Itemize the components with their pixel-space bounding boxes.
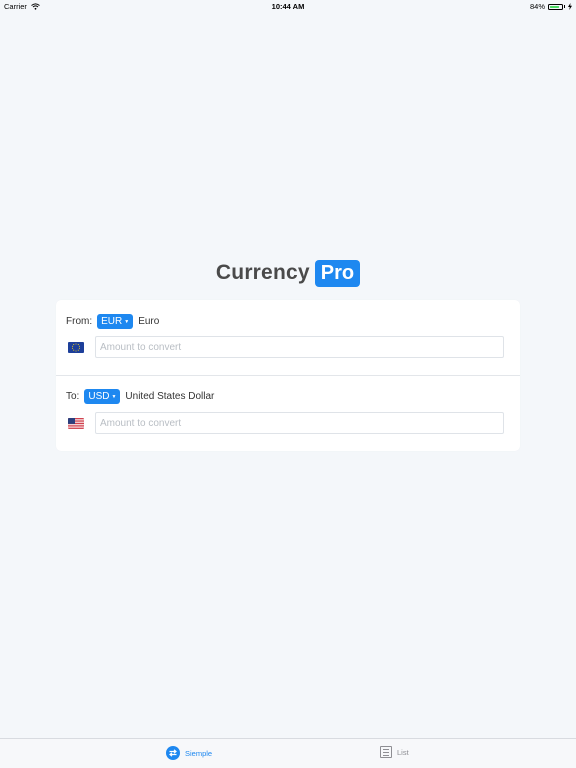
- to-amount-input[interactable]: [95, 412, 504, 434]
- us-flag-icon: [68, 417, 84, 429]
- battery-percent: 84%: [529, 2, 545, 11]
- tab-list[interactable]: List: [380, 746, 409, 758]
- app-title-text: Currency: [215, 261, 310, 284]
- battery-icon: [548, 3, 563, 10]
- from-amount-input[interactable]: [95, 336, 504, 358]
- from-currency-row: From: EUR ▼ Euro: [66, 314, 159, 329]
- swap-arrows-icon: [166, 746, 180, 760]
- from-label: From:: [66, 316, 93, 327]
- clock: 10:44 AM: [271, 2, 305, 11]
- chevron-down-icon: ▼: [111, 393, 117, 400]
- to-amount-row: [68, 412, 504, 434]
- from-currency-name: Euro: [138, 316, 160, 327]
- from-section: From: EUR ▼ Euro: [56, 300, 520, 376]
- tab-bar: Siemple List: [0, 738, 576, 768]
- from-currency-code: EUR: [101, 316, 123, 327]
- battery-level: [550, 5, 560, 8]
- list-icon: [380, 746, 392, 758]
- to-currency-select[interactable]: USD ▼: [84, 389, 121, 404]
- charging-bolt-icon: [568, 3, 572, 10]
- to-currency-row: To: USD ▼ United States Dollar: [66, 389, 214, 404]
- status-right: 84%: [530, 2, 572, 11]
- tab-siemple[interactable]: Siemple: [166, 746, 212, 760]
- tab-siemple-label: Siemple: [185, 748, 213, 758]
- to-currency-code: USD: [88, 391, 110, 402]
- to-section: To: USD ▼ United States Dollar: [56, 376, 520, 451]
- app-title: Currency Pro: [0, 256, 576, 290]
- eu-flag-icon: [68, 341, 84, 353]
- converter-card: From: EUR ▼ Euro To: USD: [56, 300, 520, 451]
- tab-list-label: List: [397, 747, 409, 757]
- from-currency-select[interactable]: EUR ▼: [97, 314, 134, 329]
- to-label: To:: [66, 391, 80, 402]
- status-bar: Carrier 10:44 AM 84%: [0, 0, 576, 12]
- from-amount-row: [68, 336, 504, 358]
- chevron-down-icon: ▼: [124, 318, 130, 325]
- to-currency-name: United States Dollar: [125, 391, 215, 402]
- pro-badge: Pro: [314, 259, 361, 287]
- battery-cap: [564, 5, 565, 8]
